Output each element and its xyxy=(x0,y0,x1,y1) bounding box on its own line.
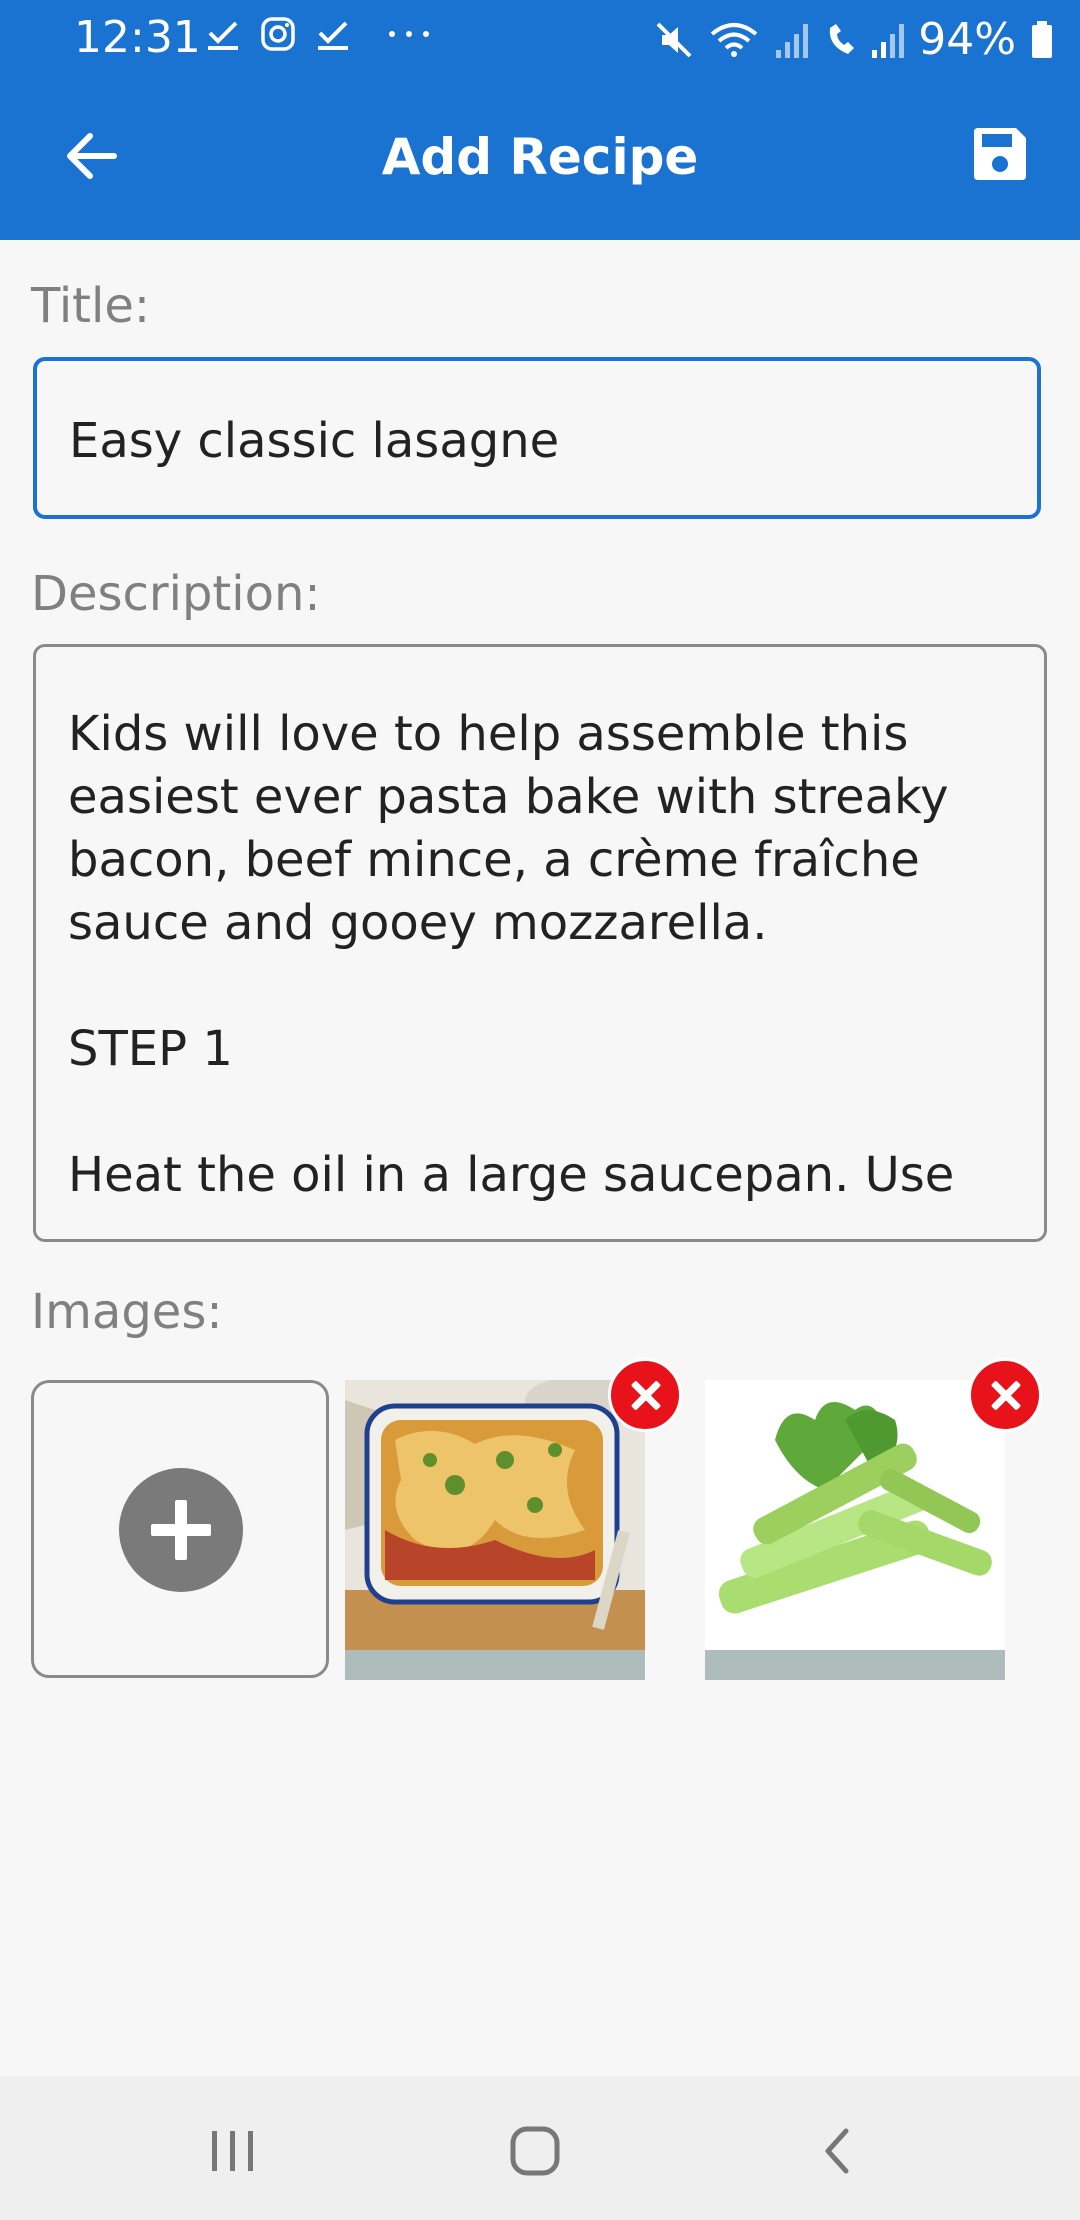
plus-icon xyxy=(119,1468,243,1592)
page-title: Add Recipe xyxy=(381,128,699,186)
call-signal-icon xyxy=(830,23,905,58)
title-label: Title: xyxy=(31,278,151,334)
lasagne-photo xyxy=(345,1380,645,1650)
recent-apps-button[interactable] xyxy=(188,2116,278,2186)
wifi-icon xyxy=(710,22,758,57)
celery-photo xyxy=(705,1380,1005,1650)
home-icon xyxy=(510,2126,560,2176)
system-nav-bar xyxy=(0,2076,1080,2220)
recent-apps-icon xyxy=(212,2131,253,2171)
remove-image-button[interactable] xyxy=(608,1358,682,1432)
back-icon xyxy=(825,2128,849,2174)
app-header: 12:31 94% Add Recipe xyxy=(0,0,1080,240)
battery-icon xyxy=(1032,20,1052,58)
more-dots-icon xyxy=(389,31,429,37)
description-input[interactable]: Kids will love to help assemble this eas… xyxy=(33,644,1047,1242)
check-icon xyxy=(318,21,348,50)
add-image-button[interactable] xyxy=(31,1380,329,1678)
mute-icon xyxy=(656,22,692,57)
status-bar: 12:31 94% xyxy=(0,0,1080,76)
image-thumbnail-celery[interactable] xyxy=(705,1380,1005,1680)
home-button[interactable] xyxy=(490,2116,580,2186)
signal-icon xyxy=(776,23,809,58)
notification-icons xyxy=(206,16,434,52)
status-time: 12:31 xyxy=(74,12,201,63)
save-icon xyxy=(974,128,1026,180)
remove-image-button[interactable] xyxy=(968,1358,1042,1432)
system-icons: 94% xyxy=(654,14,1054,65)
title-input[interactable]: Easy classic lasagne xyxy=(33,357,1041,519)
check-icon xyxy=(208,21,238,50)
description-value: Kids will love to help assemble this eas… xyxy=(68,706,955,1203)
save-button[interactable] xyxy=(960,114,1040,194)
title-value: Easy classic lasagne xyxy=(69,413,560,469)
description-label: Description: xyxy=(31,566,321,622)
instagram-icon xyxy=(261,17,295,51)
images-label: Images: xyxy=(31,1284,223,1340)
battery-percent: 94% xyxy=(918,14,1016,65)
back-nav-button[interactable] xyxy=(792,2116,882,2186)
image-thumbnail-lasagne[interactable] xyxy=(345,1380,645,1680)
app-bar: Add Recipe xyxy=(0,76,1080,240)
